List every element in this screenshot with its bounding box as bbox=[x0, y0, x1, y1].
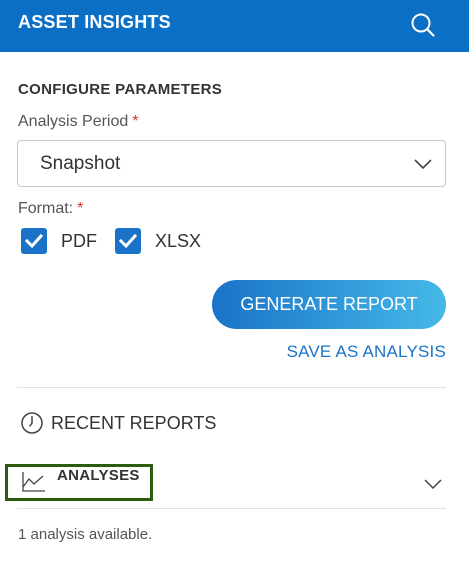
format-label: Format: * bbox=[18, 200, 83, 218]
analysis-period-select[interactable]: Snapshot bbox=[17, 140, 446, 187]
format-label-text: Format: bbox=[18, 200, 74, 217]
analysis-period-label: Analysis Period * bbox=[18, 113, 139, 131]
analysis-period-label-text: Analysis Period bbox=[18, 113, 129, 130]
chevron-down-icon[interactable] bbox=[424, 478, 442, 490]
chevron-down-icon bbox=[414, 159, 432, 170]
checkmark-icon bbox=[118, 233, 138, 249]
checkbox-checked[interactable] bbox=[115, 228, 141, 254]
line-chart-icon bbox=[22, 472, 45, 492]
divider bbox=[17, 508, 446, 509]
checkmark-icon bbox=[24, 233, 44, 249]
checkbox-checked[interactable] bbox=[21, 228, 47, 254]
required-marker: * bbox=[132, 113, 139, 130]
save-as-analysis-link[interactable]: SAVE AS ANALYSIS bbox=[287, 342, 446, 362]
search-icon[interactable] bbox=[408, 10, 438, 40]
recent-reports-label: RECENT REPORTS bbox=[51, 413, 217, 433]
generate-report-button[interactable]: GENERATE REPORT bbox=[212, 280, 446, 329]
analyses-label: ANALYSES bbox=[57, 467, 140, 484]
app-header: ASSET INSIGHTS bbox=[0, 0, 469, 52]
clock-icon bbox=[21, 412, 43, 434]
analyses-count-text: 1 analysis available. bbox=[18, 526, 153, 543]
search-button[interactable] bbox=[408, 10, 438, 40]
divider bbox=[17, 387, 446, 388]
analysis-period-value: Snapshot bbox=[40, 153, 121, 174]
format-pdf-label: PDF bbox=[61, 231, 97, 251]
app-title: ASSET INSIGHTS bbox=[18, 12, 171, 32]
analyses-accordion-header[interactable]: ANALYSES bbox=[0, 460, 469, 508]
format-xlsx-label: XLSX bbox=[155, 231, 202, 251]
configure-parameters-heading: CONFIGURE PARAMETERS bbox=[18, 81, 223, 98]
required-marker: * bbox=[77, 200, 84, 217]
